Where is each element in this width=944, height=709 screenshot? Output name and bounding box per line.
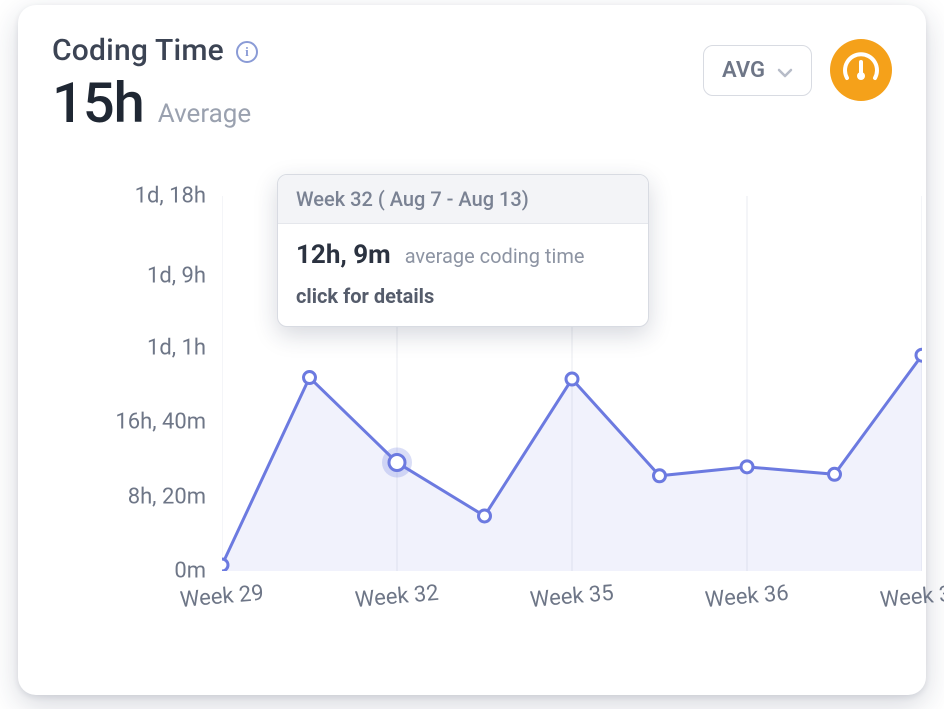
x-tick-label: Week 29: [179, 581, 265, 613]
x-tick-label: Week 38: [879, 581, 944, 613]
chart-point[interactable]: [829, 468, 841, 480]
chart[interactable]: 0m8h, 20m16h, 40m1d, 1h1d, 9h1d, 18h Wee…: [52, 196, 892, 666]
chart-point[interactable]: [916, 349, 922, 361]
tooltip-cta[interactable]: click for details: [296, 284, 630, 308]
aggregation-select[interactable]: AVG: [703, 45, 812, 96]
coding-time-card: Coding Time i 15h Average AVG: [18, 5, 926, 695]
y-axis: 0m8h, 20m16h, 40m1d, 1h1d, 9h1d, 18h: [52, 196, 222, 571]
gauge-icon: [830, 39, 892, 101]
chart-point[interactable]: [222, 559, 228, 571]
y-tick-label: 16h, 40m: [115, 410, 206, 435]
chart-point[interactable]: [304, 372, 316, 384]
y-tick-label: 1d, 18h: [135, 184, 206, 209]
chart-point[interactable]: [654, 470, 666, 482]
x-tick-label: Week 36: [704, 581, 790, 613]
tooltip-suffix: average coding time: [405, 244, 585, 268]
metric-value: 15h: [52, 70, 144, 136]
y-tick-label: 0m: [174, 559, 206, 584]
x-tick-label: Week 32: [354, 581, 440, 613]
chart-point[interactable]: [566, 373, 578, 385]
card-title: Coding Time: [52, 33, 224, 68]
chart-point[interactable]: [741, 461, 753, 473]
info-icon[interactable]: i: [236, 41, 258, 63]
card-header: Coding Time i 15h Average AVG: [52, 33, 892, 136]
metric-label: Average: [158, 99, 251, 129]
aggregation-select-label: AVG: [722, 58, 765, 83]
chart-point[interactable]: [389, 455, 405, 471]
header-controls: AVG: [703, 39, 892, 101]
y-tick-label: 1d, 1h: [147, 335, 206, 360]
y-tick-label: 8h, 20m: [128, 484, 206, 509]
chart-tooltip[interactable]: Week 32 ( Aug 7 - Aug 13) 12h, 9m averag…: [277, 174, 649, 327]
title-block: Coding Time i 15h Average: [52, 33, 258, 136]
chart-point[interactable]: [479, 510, 491, 522]
tooltip-value: 12h, 9m: [296, 240, 391, 270]
chevron-down-icon: [777, 62, 793, 78]
x-tick-label: Week 35: [529, 581, 615, 613]
y-tick-label: 1d, 9h: [147, 264, 206, 289]
tooltip-title: Week 32 ( Aug 7 - Aug 13): [278, 175, 648, 224]
x-axis: Week 29Week 32Week 35Week 36Week 38: [222, 584, 922, 644]
